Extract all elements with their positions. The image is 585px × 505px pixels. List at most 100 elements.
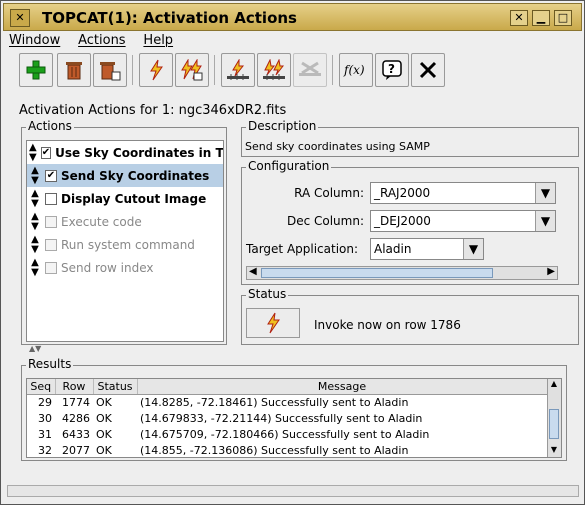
dec-column-label: Dec Column:: [286, 214, 364, 228]
scroll-up-icon[interactable]: ▲: [548, 379, 560, 391]
window-maximize-icon[interactable]: □: [554, 10, 572, 26]
actions-panel: Actions ▲ ▼ ✔ Use Sky Coordinates in TC ▲ ▼ ✔ S…: [21, 119, 227, 345]
chevron-down-icon[interactable]: ▼: [535, 211, 555, 231]
invoke-now-button[interactable]: [246, 308, 300, 338]
delete-button[interactable]: [57, 53, 91, 87]
drag-handle-icon[interactable]: ▲ ▼: [29, 188, 41, 209]
column-header[interactable]: Row: [55, 379, 94, 395]
svg-text:?: ?: [388, 62, 395, 76]
delete-all-icon: [100, 62, 121, 81]
title-bar[interactable]: ✕ TOPCAT(1): Activation Actions ✕ ▁ □: [3, 3, 582, 31]
window-minimize-icon[interactable]: ▁: [532, 10, 550, 26]
drag-handle-icon[interactable]: ▲ ▼: [29, 211, 41, 232]
menu-actions[interactable]: Actions: [78, 33, 126, 48]
help-button[interactable]: ?: [375, 53, 409, 87]
action-label: Send Sky Coordinates: [61, 168, 210, 183]
results-vertical-scrollbar[interactable]: ▲ ▼: [547, 379, 561, 457]
table-cell: 1774: [62, 396, 90, 410]
dec-column-select[interactable]: _DEJ2000 ▼: [370, 210, 556, 232]
function-icon: f(x): [343, 63, 365, 77]
invoke-row-icon: [227, 59, 249, 80]
actions-title: Actions: [26, 119, 74, 133]
table-row[interactable]: 29 1774 OK (14.8285, -72.18461) Successfull…: [27, 395, 547, 411]
table-row[interactable]: 30 4286 OK (14.679833, -72.21144) Successfu…: [27, 411, 547, 427]
action-item[interactable]: ▲ ▼ ✔ Use Sky Coordinates in TC: [27, 141, 223, 164]
window-menu-icon[interactable]: ✕: [10, 9, 30, 27]
table-cell: 29: [38, 396, 52, 410]
chevron-down-icon[interactable]: ▼: [535, 183, 555, 203]
disabled-invoke-button[interactable]: [293, 53, 327, 87]
dec-column-value: _DEJ2000: [374, 214, 431, 228]
table-cell: 32: [38, 444, 52, 457]
invoke-all-icon: [263, 59, 285, 80]
ra-column-value: _RAJ2000: [374, 186, 431, 200]
scrollbar-thumb[interactable]: [549, 409, 559, 439]
menu-bar: Window Actions Help: [9, 33, 187, 51]
results-title: Results: [26, 357, 74, 371]
action-checkbox[interactable]: [45, 215, 57, 228]
help-icon: ?: [382, 60, 402, 80]
configuration-title: Configuration: [246, 159, 332, 173]
close-icon: [419, 61, 437, 79]
invoke-row-button[interactable]: [221, 53, 255, 87]
scroll-left-icon[interactable]: ◀: [249, 266, 257, 277]
drag-handle-icon[interactable]: ▲ ▼: [29, 142, 37, 163]
table-cell: (14.8285, -72.18461) Successfully sent t…: [140, 396, 409, 410]
invoke-multi-button[interactable]: [175, 53, 209, 87]
scrollbar-thumb[interactable]: [261, 268, 493, 278]
action-item[interactable]: ▲ ▼ Execute code: [27, 210, 223, 233]
table-cell: 30: [38, 412, 52, 425]
action-checkbox[interactable]: [45, 238, 57, 251]
table-row[interactable]: 32 2077 OK (14.855, -72.136086) Successfull…: [27, 443, 547, 457]
function-button[interactable]: f(x): [339, 53, 373, 87]
action-checkbox[interactable]: ✔: [40, 146, 52, 159]
column-header[interactable]: Message: [137, 379, 548, 395]
scroll-down-icon[interactable]: ▼: [548, 445, 560, 457]
column-header[interactable]: Status: [93, 379, 138, 395]
table-cell: 4286: [62, 412, 90, 425]
table-cell: (14.855, -72.136086) Successfully sent t…: [140, 444, 409, 457]
split-pane-divider[interactable]: ▲▼: [29, 344, 41, 353]
delete-all-button[interactable]: [93, 53, 127, 87]
invoke-all-button[interactable]: [257, 53, 291, 87]
lightning-multi-icon: [181, 59, 203, 81]
drag-handle-icon[interactable]: ▲ ▼: [29, 257, 41, 278]
close-button[interactable]: [411, 53, 445, 87]
target-application-select[interactable]: Aladin ▼: [370, 238, 484, 260]
table-cell: OK: [96, 444, 112, 457]
action-checkbox[interactable]: ✔: [45, 169, 57, 182]
target-application-label: Target Application:: [246, 242, 359, 256]
column-header[interactable]: Seq: [27, 379, 56, 395]
table-cell: OK: [96, 396, 112, 410]
add-button[interactable]: [19, 53, 53, 87]
table-cell: (14.679833, -72.21144) Successfully sent…: [140, 412, 423, 425]
disabled-invoke-icon: [299, 61, 321, 76]
results-panel: Results Seq Row Status Message 29 1774 OK (14.8…: [21, 357, 567, 461]
table-row[interactable]: 31 6433 OK (14.675709, -72.180466) Successf…: [27, 427, 547, 443]
action-checkbox[interactable]: [45, 192, 57, 205]
menu-help[interactable]: Help: [143, 33, 173, 48]
window-status-bar: [7, 485, 579, 497]
chevron-down-icon[interactable]: ▼: [463, 239, 483, 259]
action-item[interactable]: ▲ ▼ Display Cutout Image: [27, 187, 223, 210]
menu-window[interactable]: Window: [9, 33, 60, 48]
drag-handle-icon[interactable]: ▲ ▼: [29, 165, 41, 186]
description-title: Description: [246, 119, 319, 133]
lightning-icon: [267, 312, 280, 334]
config-horizontal-scrollbar[interactable]: ◀ ▶: [246, 266, 558, 280]
action-item[interactable]: ▲ ▼ ✔ Send Sky Coordinates: [27, 164, 223, 187]
ra-column-select[interactable]: _RAJ2000 ▼: [370, 182, 556, 204]
app-window: ✕ TOPCAT(1): Activation Actions ✕ ▁ □ Wi…: [0, 0, 585, 505]
results-grid: Seq Row Status Message 29 1774 OK (14.8285, -72…: [27, 379, 548, 457]
window-title: TOPCAT(1): Activation Actions: [42, 9, 297, 27]
invoke-selected-button[interactable]: [139, 53, 173, 87]
action-label: Run system command: [61, 237, 195, 252]
table-cell: OK: [96, 412, 112, 425]
action-item[interactable]: ▲ ▼ Send row index: [27, 256, 223, 279]
window-close-icon[interactable]: ✕: [510, 10, 528, 26]
drag-handle-icon[interactable]: ▲ ▼: [29, 234, 41, 255]
action-item[interactable]: ▲ ▼ Run system command: [27, 233, 223, 256]
scroll-right-icon[interactable]: ▶: [547, 266, 555, 277]
action-checkbox[interactable]: [45, 261, 57, 274]
status-panel: Status Invoke now on row 1786: [241, 287, 579, 345]
